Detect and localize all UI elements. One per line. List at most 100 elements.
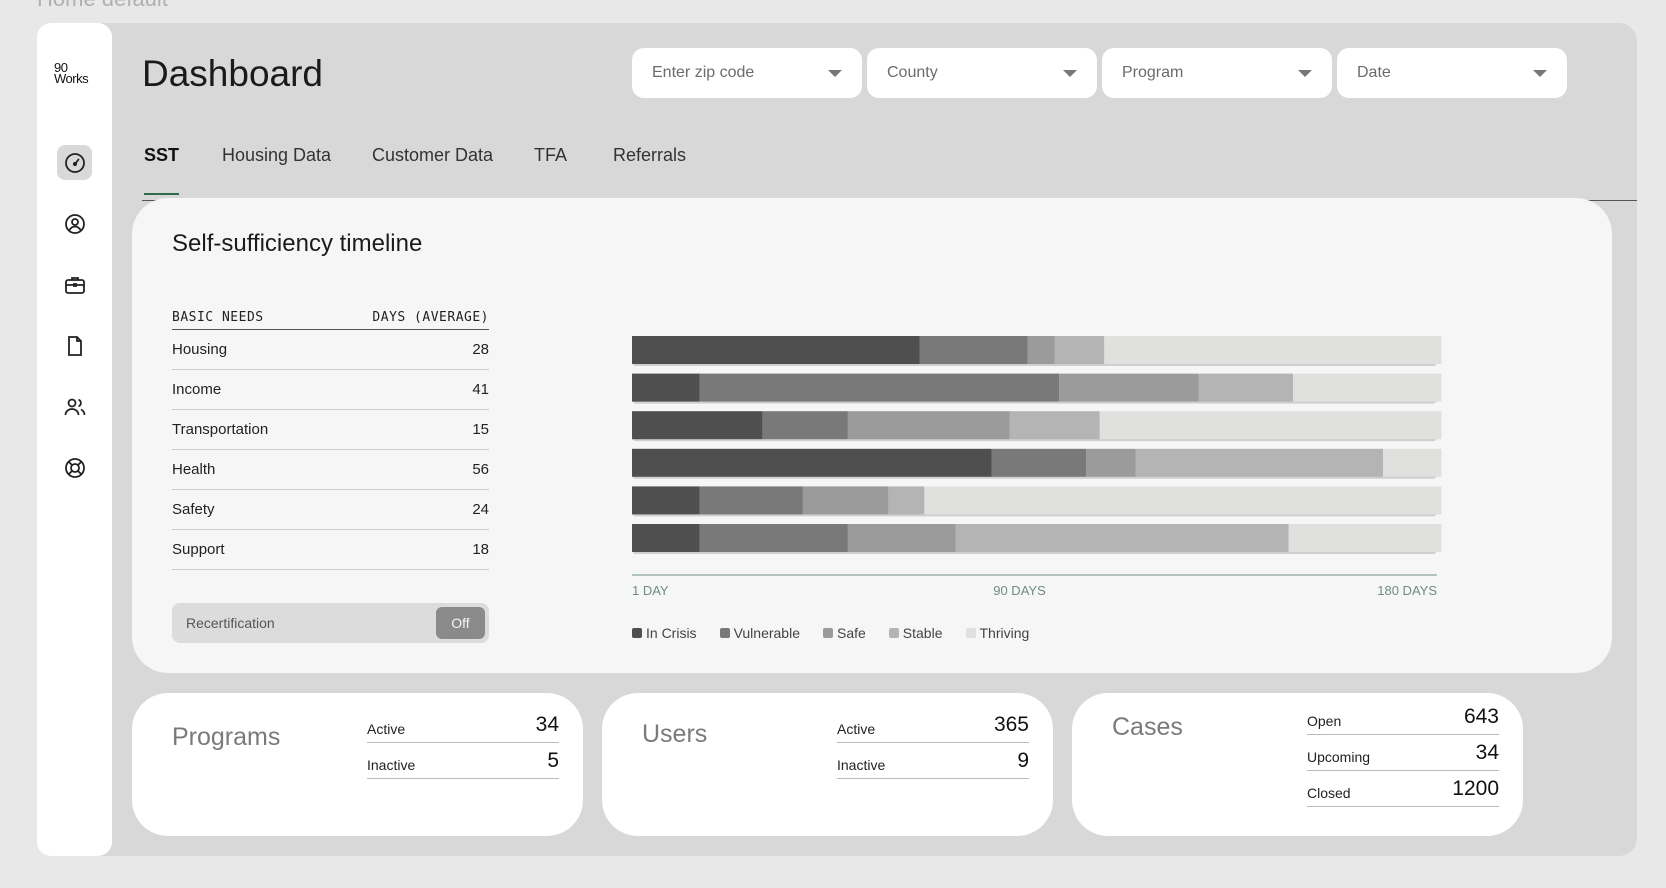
tab-sst[interactable]: SST [144, 145, 180, 195]
nav-cases[interactable] [57, 267, 92, 302]
legend-label: Thriving [979, 625, 1030, 641]
bar-segment-income-vulnerable [699, 373, 1060, 402]
tab-bar: SST Housing Data Customer Data TFA Refer… [142, 145, 1637, 201]
bar-segment-health-in-crisis [632, 448, 992, 477]
nav-documents[interactable] [57, 328, 92, 363]
bar-segment-transportation-in-crisis [632, 411, 763, 440]
page-title: Dashboard [142, 53, 324, 94]
bar-segment-support-in-crisis [632, 524, 700, 552]
legend-item: Vulnerable [719, 625, 800, 641]
logo[interactable]: 90 Works [54, 61, 89, 86]
stat-label: Inactive [837, 757, 886, 773]
stat-row: Active 34 [367, 707, 559, 743]
logo-line-2: Works [54, 71, 89, 86]
bar-segment-housing-safe [1027, 336, 1055, 364]
stat-value: 5 [547, 749, 559, 772]
bar-segment-transportation-vulnerable [762, 411, 848, 440]
cases-title: Cases [1112, 713, 1183, 741]
program-placeholder: Program [1122, 64, 1184, 81]
date-select[interactable]: Date [1337, 48, 1567, 98]
stat-row: Active 365 [837, 707, 1029, 743]
legend-item: In Crisis [632, 625, 697, 641]
stat-label: Inactive [367, 757, 416, 773]
users-title: Users [642, 720, 708, 748]
bar-segment-transportation-thriving [1099, 411, 1442, 440]
stat-label: Active [837, 721, 876, 737]
sst-card: Self-sufficiency timeline BASIC NEEDS DA… [132, 198, 1612, 673]
legend-item: Thriving [965, 625, 1030, 641]
bar-segment-support-stable [955, 524, 1289, 552]
legend-item: Safe [822, 625, 866, 641]
bar-segment-income-in-crisis [632, 373, 700, 402]
stat-label: Open [1307, 713, 1342, 729]
bar-segment-income-thriving [1293, 373, 1442, 402]
nav-support[interactable] [57, 450, 92, 485]
program-select[interactable]: Program [1102, 48, 1332, 98]
legend-label: Safe [836, 625, 866, 641]
bar-segment-housing-stable [1054, 336, 1105, 364]
speedometer-icon [64, 152, 85, 173]
app-frame: 90 Works Dashboard Enter zip code County… [37, 23, 1637, 856]
stat-row: Inactive 5 [367, 743, 559, 779]
briefcase-icon [64, 276, 85, 294]
tab-referrals[interactable]: Referrals [613, 145, 686, 174]
bar-segment-safety-in-crisis [632, 486, 700, 515]
cases-card: Cases Open 643 Upcoming 34 Closed 1200 [1072, 693, 1523, 836]
x-tick-label: 1 DAY [632, 583, 669, 598]
chevron-down-icon [1533, 69, 1547, 77]
nav-dashboard[interactable] [57, 145, 92, 180]
bar-segment-housing-vulnerable [919, 336, 1028, 364]
legend-label: In Crisis [646, 625, 697, 641]
x-tick-label: 90 DAYS [993, 583, 1046, 598]
stat-row: Inactive 9 [837, 743, 1029, 779]
stat-label: Upcoming [1307, 749, 1371, 765]
programs-card: Programs Active 34 Inactive 5 [132, 693, 583, 836]
bar-segment-health-safe [1086, 448, 1136, 477]
legend-label: Vulnerable [733, 625, 800, 641]
stat-label: Active [367, 721, 406, 737]
county-select[interactable]: County [867, 48, 1097, 98]
stat-value: 1200 [1452, 777, 1499, 800]
bar-segment-income-stable [1198, 373, 1294, 402]
programs-stats: Active 34 Inactive 5 [367, 707, 559, 779]
zip-code-placeholder: Enter zip code [652, 64, 755, 81]
tab-tfa[interactable]: TFA [534, 145, 567, 174]
sst-timeline-chart: 1 DAY 90 DAYS 180 DAYS [632, 336, 1442, 598]
chevron-down-icon [828, 69, 842, 77]
lifebuoy-icon [64, 457, 85, 478]
document-icon [67, 335, 82, 356]
page-label: Home default [37, 0, 168, 12]
stat-label: Closed [1307, 785, 1351, 801]
legend-label: Stable [902, 625, 943, 641]
bar-segment-transportation-stable [1009, 411, 1100, 440]
legend-swatch [965, 628, 976, 638]
cases-stats: Open 643 Upcoming 34 Closed 1200 [1307, 699, 1499, 807]
bar-segment-safety-safe [802, 486, 889, 515]
stat-row: Open 643 [1307, 699, 1499, 735]
bar-segment-safety-thriving [924, 486, 1442, 515]
stat-row: Upcoming 34 [1307, 735, 1499, 771]
users-stats: Active 365 Inactive 9 [837, 707, 1029, 779]
bar-segment-income-safe [1059, 373, 1199, 402]
legend-swatch [888, 628, 899, 638]
tab-housing-data[interactable]: Housing Data [222, 145, 331, 174]
zip-code-select[interactable]: Enter zip code [632, 48, 862, 98]
bar-segment-health-thriving [1383, 448, 1442, 477]
chart-legend: In Crisis Vulnerable Safe Stable Thriving [632, 625, 1052, 641]
county-placeholder: County [887, 64, 938, 81]
bar-segment-health-vulnerable [991, 448, 1087, 477]
bar-segment-safety-vulnerable [699, 486, 803, 515]
x-tick-label: 180 DAYS [1377, 583, 1437, 598]
bar-segment-housing-thriving [1104, 336, 1442, 364]
stat-value: 34 [1475, 741, 1499, 764]
sidebar: 90 Works [37, 23, 112, 856]
stat-value: 9 [1017, 749, 1029, 772]
stat-value: 365 [993, 713, 1029, 736]
chevron-down-icon [1063, 69, 1077, 77]
nav-users[interactable] [57, 389, 92, 424]
date-placeholder: Date [1357, 64, 1391, 81]
bar-segment-safety-stable [888, 486, 925, 515]
tab-customer-data[interactable]: Customer Data [372, 145, 493, 174]
nav-profile[interactable] [57, 206, 92, 241]
bar-segment-support-thriving [1288, 524, 1442, 552]
